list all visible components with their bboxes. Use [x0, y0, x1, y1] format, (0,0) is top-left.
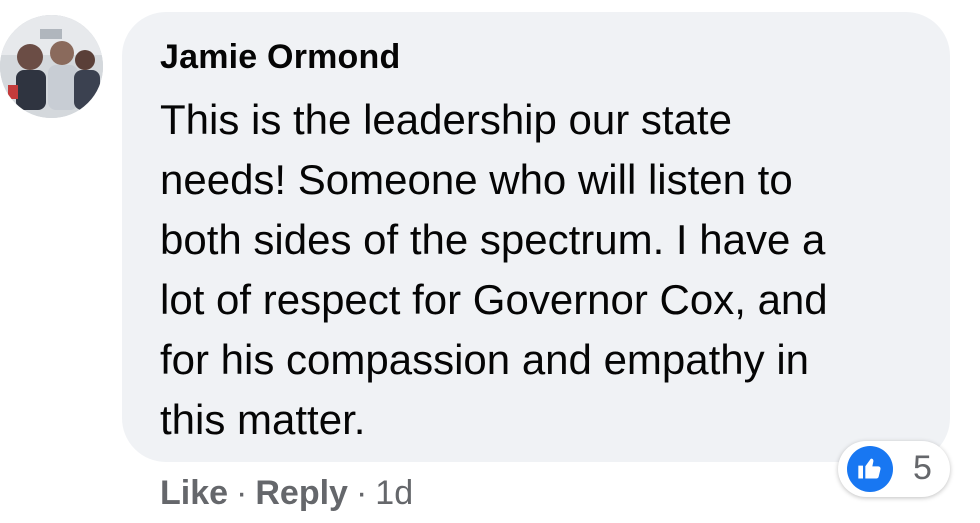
reaction-count: 5: [913, 449, 932, 487]
separator: ·: [355, 474, 368, 512]
avatar[interactable]: [0, 15, 103, 118]
like-link[interactable]: Like: [160, 474, 228, 512]
comment-actions: Like · Reply · 1d: [160, 474, 413, 513]
reaction-summary[interactable]: 5: [838, 441, 950, 497]
thumbs-up-icon: [847, 446, 893, 492]
comment-text-line: for his compassion and empathy in: [160, 336, 810, 383]
comment-author[interactable]: Jamie Ormond: [160, 38, 400, 77]
comment-text-line: This is the leadership our state: [160, 96, 732, 143]
comment-text-line: both sides of the spectrum. I have a: [160, 216, 826, 263]
comment: Jamie Ormond This is the leadership our …: [0, 0, 980, 523]
reply-link[interactable]: Reply: [255, 474, 348, 512]
avatar-image: [0, 15, 103, 118]
separator: ·: [236, 474, 248, 512]
comment-text-line: lot of respect for Governor Cox, and: [160, 276, 828, 323]
comment-text-line: needs! Someone who will listen to: [160, 156, 793, 203]
comment-text-line: this matter.: [160, 396, 366, 443]
comment-text: This is the leadership our state needs! …: [160, 90, 940, 450]
comment-timestamp[interactable]: 1d: [375, 474, 413, 512]
